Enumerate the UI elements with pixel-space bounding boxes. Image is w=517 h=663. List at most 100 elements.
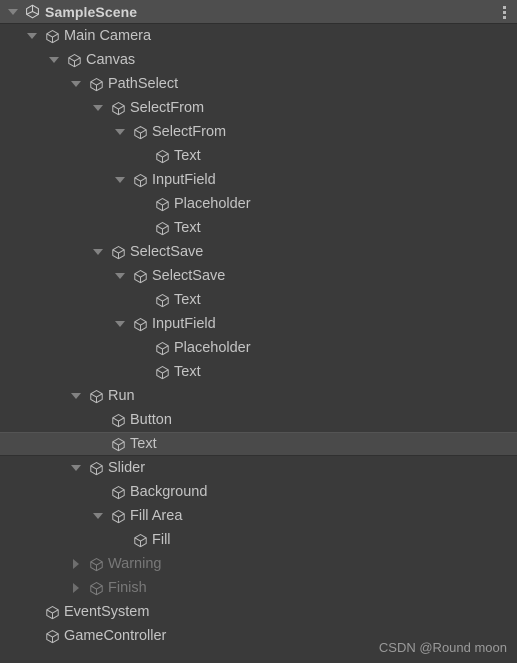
row-indent bbox=[0, 360, 132, 384]
chevron-down-icon[interactable] bbox=[66, 456, 86, 480]
chevron-down-icon[interactable] bbox=[110, 264, 130, 288]
row-indent bbox=[0, 552, 66, 576]
row-indent bbox=[0, 120, 110, 144]
tree-row[interactable]: Fill bbox=[0, 528, 517, 552]
tree-row[interactable]: Text bbox=[0, 144, 517, 168]
tree-row-label: GameController bbox=[64, 628, 167, 644]
tree-row[interactable]: InputField bbox=[0, 168, 517, 192]
tree-row-label: SelectSave bbox=[152, 268, 226, 284]
tree-row-label: Slider bbox=[108, 460, 146, 476]
row-indent bbox=[0, 624, 22, 648]
chevron-down-icon[interactable] bbox=[88, 504, 108, 528]
tree-row[interactable]: Placeholder bbox=[0, 336, 517, 360]
kebab-menu-icon[interactable] bbox=[497, 0, 511, 24]
tree-row[interactable]: Run bbox=[0, 384, 517, 408]
tree-row[interactable]: Text bbox=[0, 432, 517, 456]
gameobject-cube-icon bbox=[108, 96, 128, 120]
tree-row[interactable]: InputField bbox=[0, 312, 517, 336]
row-indent bbox=[0, 240, 88, 264]
gameobject-cube-icon bbox=[64, 48, 84, 72]
tree-row[interactable]: Main Camera bbox=[0, 24, 517, 48]
gameobject-cube-icon bbox=[152, 288, 172, 312]
row-indent bbox=[0, 216, 132, 240]
row-indent bbox=[0, 96, 88, 120]
gameobject-cube-icon bbox=[152, 216, 172, 240]
gameobject-cube-icon bbox=[130, 264, 150, 288]
gameobject-cube-icon bbox=[86, 552, 106, 576]
row-indent bbox=[0, 312, 110, 336]
row-indent bbox=[0, 504, 88, 528]
row-indent bbox=[0, 192, 132, 216]
gameobject-cube-icon bbox=[42, 624, 62, 648]
tree-row-label: PathSelect bbox=[108, 76, 179, 92]
tree-row[interactable]: SelectFrom bbox=[0, 120, 517, 144]
tree-row-label: Text bbox=[174, 292, 201, 308]
tree-row[interactable]: Text bbox=[0, 288, 517, 312]
gameobject-cube-icon bbox=[42, 600, 62, 624]
gameobject-cube-icon bbox=[108, 480, 128, 504]
tree-row-label: Text bbox=[174, 148, 201, 164]
tree-row-label: InputField bbox=[152, 316, 216, 332]
tree-row[interactable]: Placeholder bbox=[0, 192, 517, 216]
tree-row-label: Background bbox=[130, 484, 208, 500]
row-indent bbox=[0, 288, 132, 312]
tree-row-label: Button bbox=[130, 412, 172, 428]
row-indent bbox=[0, 168, 110, 192]
tree-row-label: Text bbox=[174, 364, 201, 380]
chevron-down-icon[interactable] bbox=[110, 120, 130, 144]
tree-row-label: Main Camera bbox=[64, 28, 152, 44]
gameobject-cube-icon bbox=[130, 528, 150, 552]
chevron-down-icon[interactable] bbox=[88, 240, 108, 264]
tree-row[interactable]: Background bbox=[0, 480, 517, 504]
chevron-down-icon[interactable] bbox=[4, 8, 22, 15]
gameobject-cube-icon bbox=[86, 456, 106, 480]
row-indent bbox=[0, 384, 66, 408]
tree-row-label: EventSystem bbox=[64, 604, 150, 620]
gameobject-cube-icon bbox=[130, 120, 150, 144]
tree-row[interactable]: SelectSave bbox=[0, 240, 517, 264]
row-indent bbox=[0, 456, 66, 480]
chevron-down-icon[interactable] bbox=[44, 48, 64, 72]
tree-row[interactable]: Text bbox=[0, 216, 517, 240]
tree-row[interactable]: SelectSave bbox=[0, 264, 517, 288]
tree-row-label: SelectFrom bbox=[130, 100, 205, 116]
chevron-down-icon[interactable] bbox=[110, 168, 130, 192]
gameobject-cube-icon bbox=[108, 408, 128, 432]
gameobject-cube-icon bbox=[86, 384, 106, 408]
gameobject-cube-icon bbox=[130, 312, 150, 336]
tree-row[interactable]: SelectFrom bbox=[0, 96, 517, 120]
row-indent bbox=[0, 144, 132, 168]
tree-row-label: Run bbox=[108, 388, 135, 404]
gameobject-cube-icon bbox=[86, 576, 106, 600]
chevron-right-icon[interactable] bbox=[66, 576, 86, 600]
chevron-down-icon[interactable] bbox=[88, 96, 108, 120]
tree-row[interactable]: Button bbox=[0, 408, 517, 432]
unity-scene-icon bbox=[22, 4, 42, 19]
tree-row-label: Placeholder bbox=[174, 340, 251, 356]
row-indent bbox=[0, 336, 132, 360]
tree-row[interactable]: Warning bbox=[0, 552, 517, 576]
row-indent bbox=[0, 24, 22, 48]
tree-row[interactable]: Slider bbox=[0, 456, 517, 480]
row-indent bbox=[0, 72, 66, 96]
tree-row[interactable]: Canvas bbox=[0, 48, 517, 72]
row-indent bbox=[0, 433, 88, 455]
tree-row[interactable]: EventSystem bbox=[0, 600, 517, 624]
chevron-right-icon[interactable] bbox=[66, 552, 86, 576]
chevron-down-icon[interactable] bbox=[22, 24, 42, 48]
hierarchy-header: SampleScene bbox=[0, 0, 517, 24]
row-indent bbox=[0, 408, 88, 432]
chevron-down-icon[interactable] bbox=[66, 384, 86, 408]
gameobject-cube-icon bbox=[108, 240, 128, 264]
row-indent bbox=[0, 600, 22, 624]
chevron-down-icon[interactable] bbox=[110, 312, 130, 336]
tree-row-label: SelectFrom bbox=[152, 124, 227, 140]
tree-row[interactable]: Text bbox=[0, 360, 517, 384]
chevron-down-icon[interactable] bbox=[66, 72, 86, 96]
gameobject-cube-icon bbox=[152, 336, 172, 360]
tree-row-label: InputField bbox=[152, 172, 216, 188]
hierarchy-panel: SampleScene Main Camera Canvas PathSelect S… bbox=[0, 0, 517, 663]
tree-row[interactable]: Finish bbox=[0, 576, 517, 600]
tree-row[interactable]: PathSelect bbox=[0, 72, 517, 96]
tree-row[interactable]: Fill Area bbox=[0, 504, 517, 528]
